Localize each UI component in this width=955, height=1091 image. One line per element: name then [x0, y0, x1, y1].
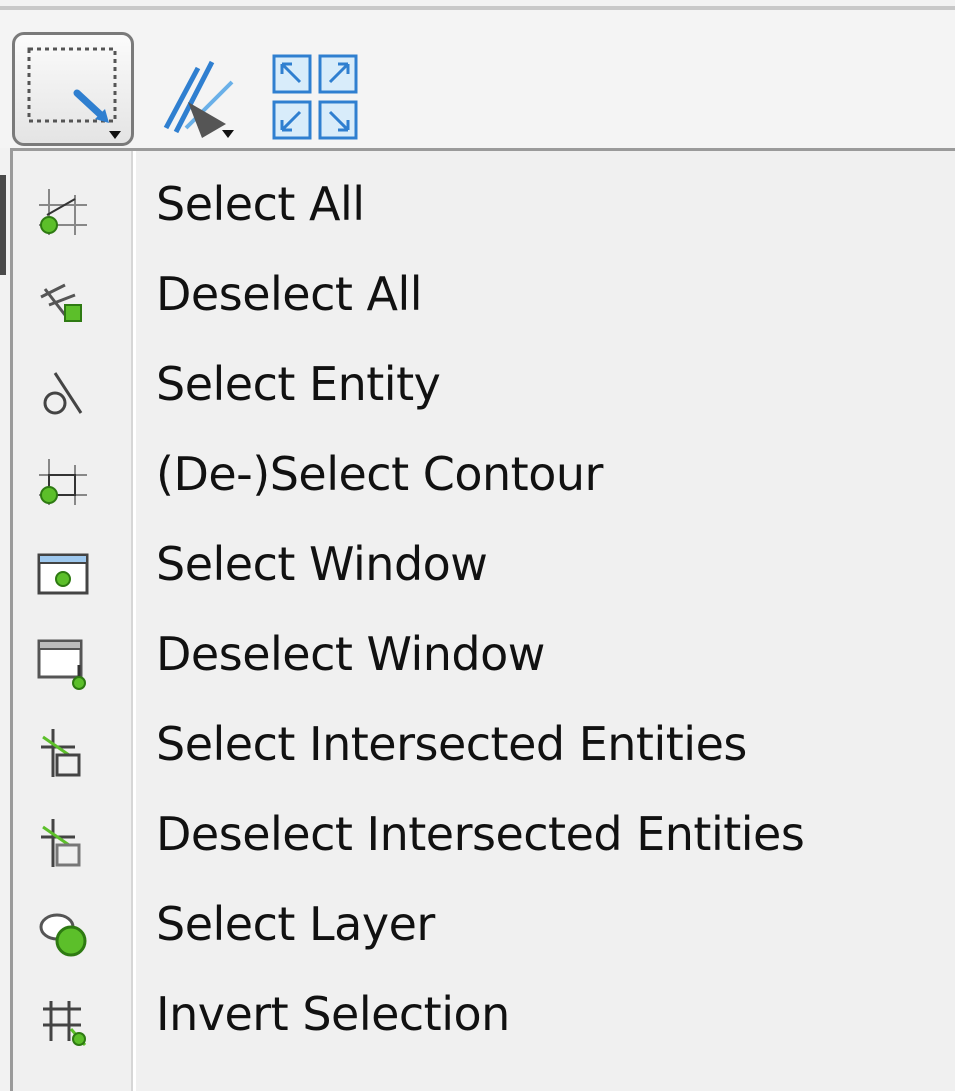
- pan-tool-button[interactable]: [146, 32, 252, 150]
- select-intersected-icon: [41, 729, 81, 777]
- invert-selection-icon: [43, 1001, 87, 1046]
- select-layer-icon: [39, 913, 87, 957]
- menu-item-deselect-window[interactable]: Deselect Window: [13, 615, 955, 705]
- menu-item-label: Select All: [156, 177, 365, 231]
- menu-item-select-entity[interactable]: Select Entity: [13, 345, 955, 435]
- left-edge-accent: [0, 175, 6, 275]
- menu-item-select-window[interactable]: Select Window: [13, 525, 955, 615]
- deselect-all-icon: [40, 283, 82, 322]
- toolbar: [0, 10, 955, 148]
- menu-item-label: Select Intersected Entities: [156, 717, 747, 771]
- select-tool-button[interactable]: [12, 32, 134, 146]
- menu-item-select-intersected[interactable]: Select Intersected Entities: [13, 705, 955, 795]
- menu-item-label: Invert Selection: [156, 987, 510, 1041]
- menu-item-label: Deselect Intersected Entities: [156, 807, 805, 861]
- deselect-window-icon: [37, 639, 86, 690]
- menu-item-invert-selection[interactable]: Invert Selection: [13, 975, 955, 1065]
- menu-item-deselect-intersected[interactable]: Deselect Intersected Entities: [13, 795, 955, 885]
- deselect-intersected-icon: [41, 819, 81, 867]
- cad-selection-menu: Select All Deselect All Select Entity (D…: [0, 0, 955, 1091]
- menu-item-label: Select Window: [156, 537, 488, 591]
- select-window-icon: [37, 553, 89, 595]
- menu-item-label: Deselect Window: [156, 627, 545, 681]
- select-entity-icon: [43, 372, 83, 415]
- select-all-icon: [39, 189, 87, 235]
- pan-lasso-icon: [163, 60, 234, 138]
- menu-item-label: (De-)Select Contour: [156, 447, 603, 501]
- menu-item-label: Select Entity: [156, 357, 441, 411]
- menu-item-deselect-all[interactable]: Deselect All: [13, 255, 955, 345]
- selection-rectangle-icon: [27, 47, 121, 139]
- menu-item-select-layer[interactable]: Select Layer: [13, 885, 955, 975]
- selection-dropdown-menu: Select All Deselect All Select Entity (D…: [10, 148, 955, 1091]
- zoom-fit-button[interactable]: [268, 32, 366, 150]
- menu-item-label: Select Layer: [156, 897, 435, 951]
- menu-item-label: Deselect All: [156, 267, 423, 321]
- menu-item-select-all[interactable]: Select All: [13, 165, 955, 255]
- zoom-fit-icon: [272, 54, 358, 140]
- select-contour-icon: [39, 459, 87, 505]
- menu-item-select-contour[interactable]: (De-)Select Contour: [13, 435, 955, 525]
